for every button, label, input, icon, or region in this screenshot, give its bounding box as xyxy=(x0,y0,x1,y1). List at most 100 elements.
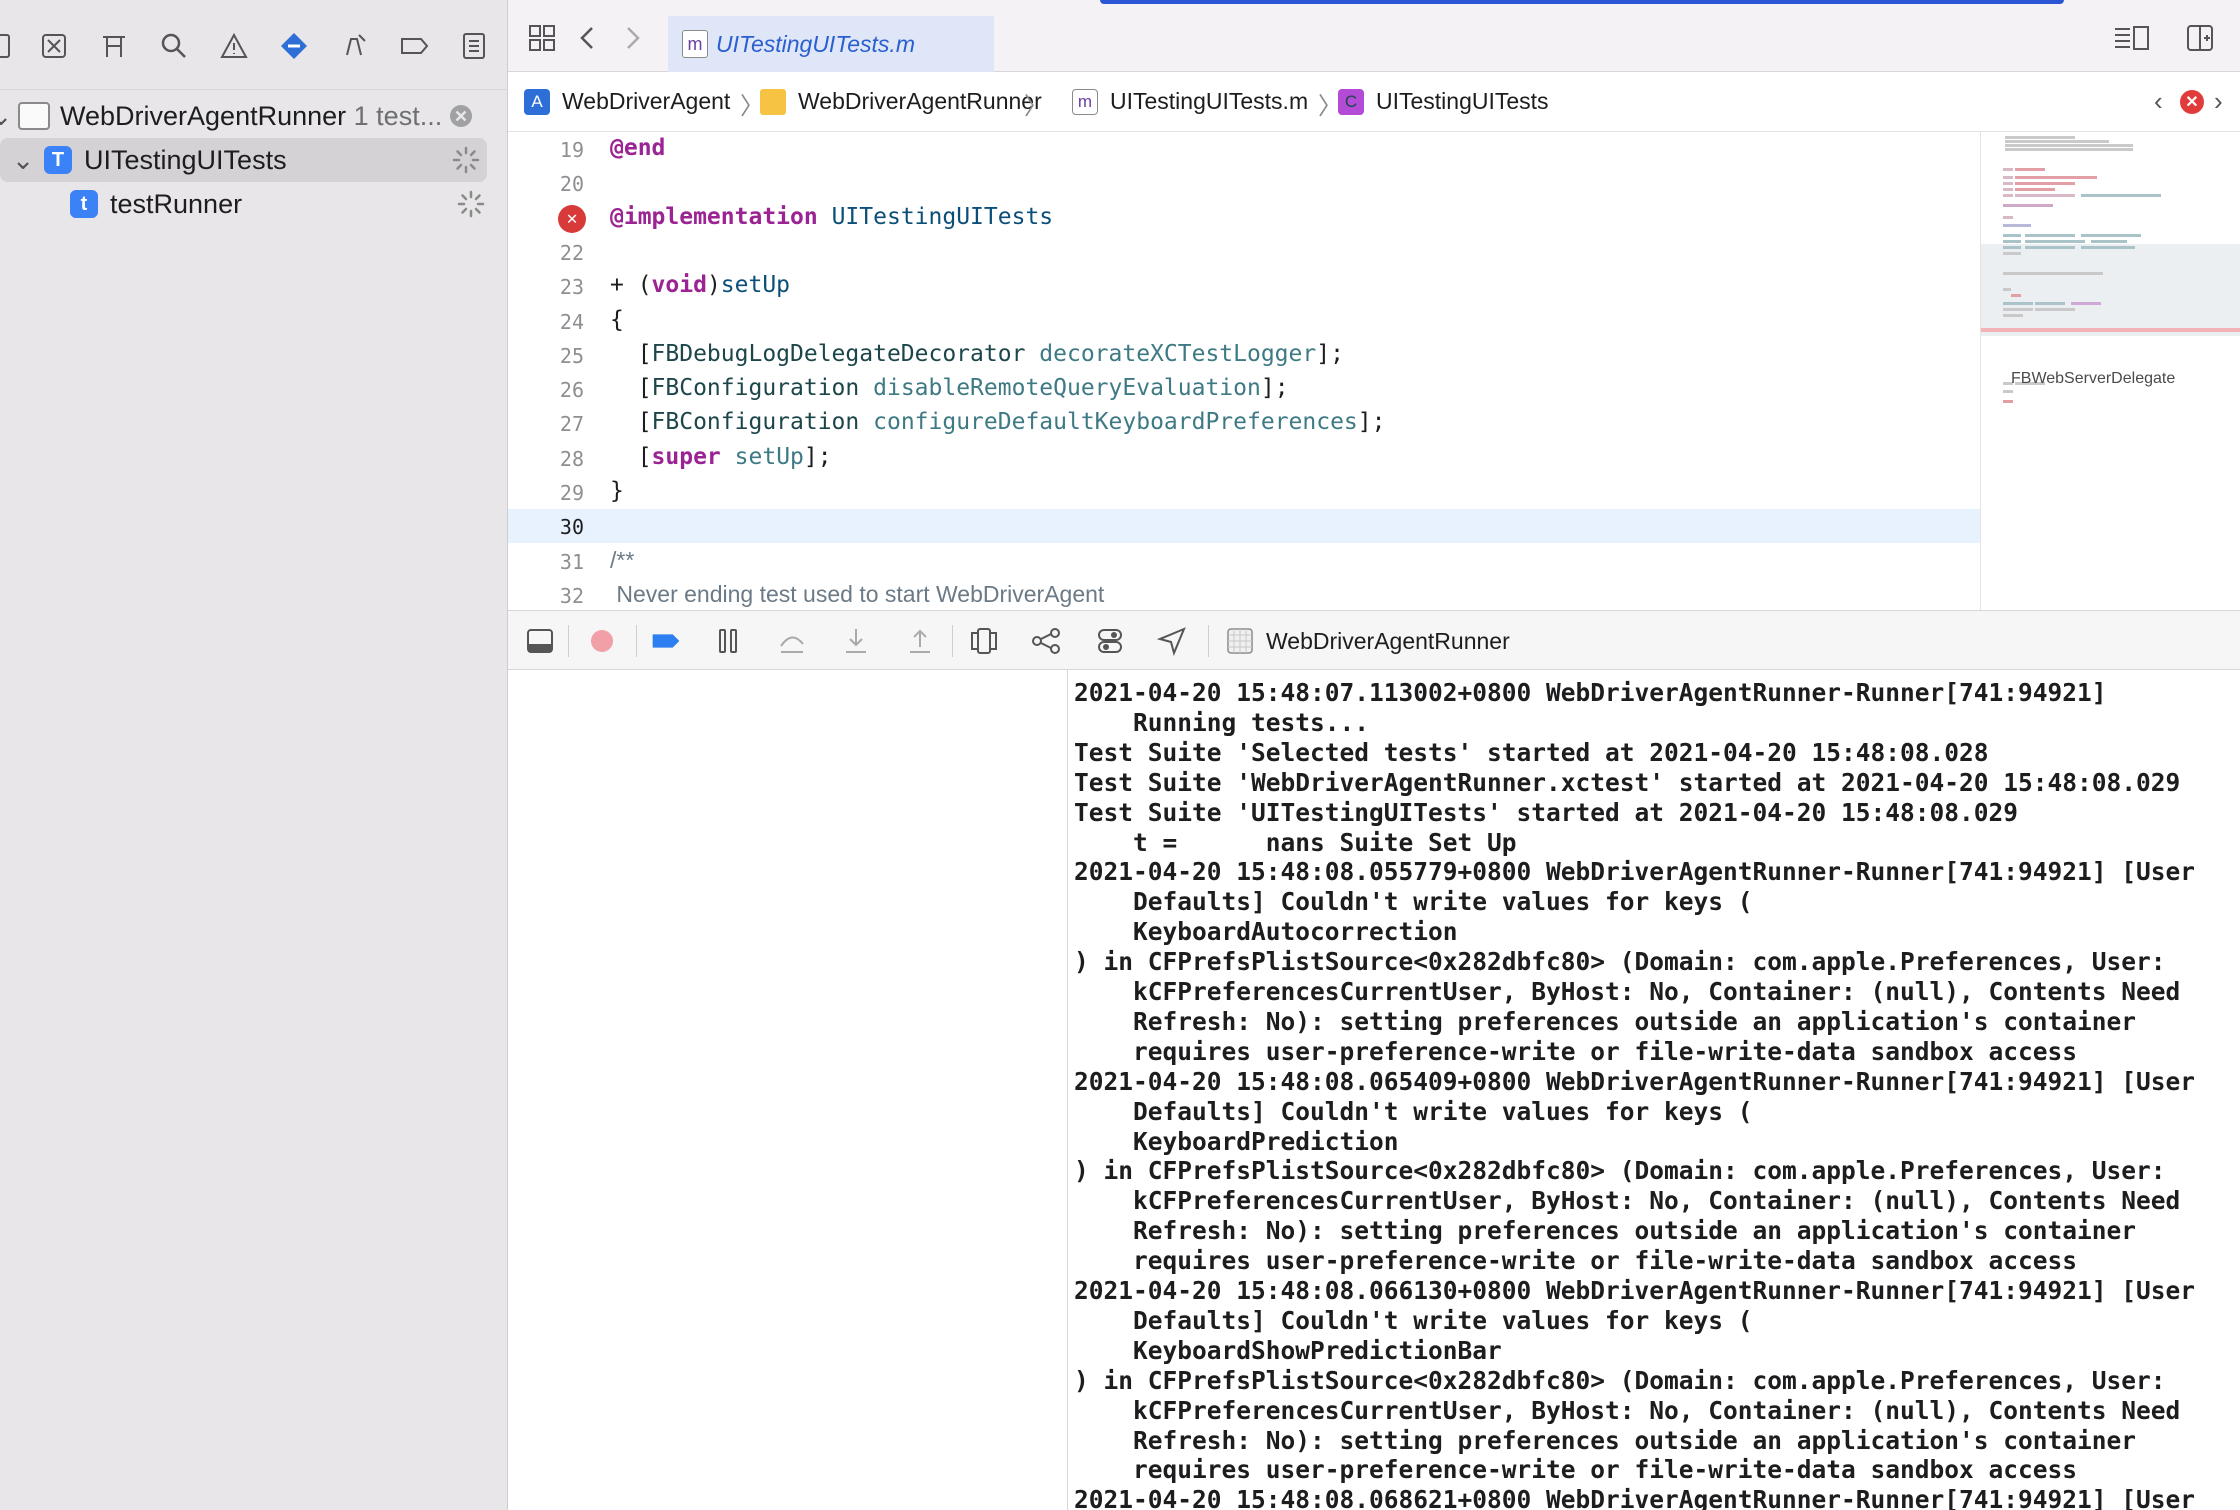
previous-issue-icon[interactable]: ‹ xyxy=(2154,86,2163,117)
source-editor[interactable]: 19 @end 20 ✕ @implementation UITestingUITest… xyxy=(508,132,1980,610)
code-line[interactable]: 27 [FBConfiguration configureDefaultKeyb… xyxy=(508,406,1980,440)
error-marker-icon[interactable]: ✕ xyxy=(558,204,586,233)
app-target-icon[interactable] xyxy=(1222,623,1258,659)
minimap-line xyxy=(2003,224,2031,227)
chevron-down-icon[interactable]: ⌄ xyxy=(12,145,35,175)
console-line: Refresh: No): setting preferences outsid… xyxy=(1074,1006,2137,1036)
variables-view[interactable] xyxy=(508,670,1068,1510)
console-line: KeyboardShowPredictionBar xyxy=(1074,1335,1502,1365)
code-line[interactable]: 29} xyxy=(508,475,1980,509)
folder-icon[interactable] xyxy=(0,24,22,68)
add-editor-icon[interactable] xyxy=(2180,18,2220,58)
inspector-layout-icon[interactable] xyxy=(2112,18,2152,58)
line-number: 27 xyxy=(559,412,584,437)
minimap-error-line xyxy=(1981,328,2240,332)
step-over-icon[interactable] xyxy=(774,623,810,659)
chevron-down-icon[interactable]: ⌄ xyxy=(0,101,12,131)
console-line: Defaults] Couldn't write values for keys… xyxy=(1074,1305,1753,1335)
pause-icon[interactable] xyxy=(710,623,746,659)
grid-icon[interactable] xyxy=(522,18,562,58)
code-line[interactable]: 24 { xyxy=(508,304,1980,338)
navigator-toolbar xyxy=(0,0,508,90)
minimap[interactable]: FBWebServerDelegate xyxy=(1980,132,2240,610)
clear-icon[interactable] xyxy=(448,103,474,129)
console-line: 2021-04-20 15:48:08.065409+0800 WebDrive… xyxy=(1074,1066,2196,1096)
issue-icon[interactable] xyxy=(212,24,256,68)
search-icon[interactable] xyxy=(152,24,196,68)
minimap-viewport[interactable] xyxy=(1981,244,2240,336)
console-line: Refresh: No): setting preferences outsid… xyxy=(1074,1425,2137,1455)
symbol-icon[interactable] xyxy=(92,24,136,68)
console-output[interactable]: 2021-04-20 15:48:07.113002+0800 WebDrive… xyxy=(1068,670,2240,1510)
breadcrumb-label: UITestingUITests.m xyxy=(1110,88,1309,114)
console-line: Defaults] Couldn't write values for keys… xyxy=(1074,887,1753,917)
step-into-icon[interactable] xyxy=(838,623,874,659)
breadcrumb-file[interactable]: m UITestingUITests.m xyxy=(1072,88,1308,115)
line-number: 31 xyxy=(559,549,584,574)
tab-uitestinguitests[interactable]: m UITestingUITests.m xyxy=(668,16,994,72)
project-icon xyxy=(18,102,50,130)
minimap-line xyxy=(2003,400,2013,403)
debug-icon[interactable] xyxy=(332,24,376,68)
objc-file-icon: m xyxy=(1072,88,1098,115)
breakpoints-toggle-icon[interactable] xyxy=(584,623,620,659)
minimap-line xyxy=(2003,302,2033,305)
line-number: 19 xyxy=(559,138,584,162)
console-line: ) in CFPrefsPlistSource<0x282dbfc80> (Do… xyxy=(1074,1365,2166,1395)
editor-tab-bar: m UITestingUITests.m xyxy=(508,0,2240,72)
test-icon[interactable] xyxy=(272,24,316,68)
code-line[interactable]: 20 xyxy=(508,166,1980,200)
line-number: 24 xyxy=(559,309,584,334)
console-line: ) in CFPrefsPlistSource<0x282dbfc80> (Do… xyxy=(1074,947,2166,977)
memory-graph-icon[interactable] xyxy=(1028,623,1064,659)
code-line[interactable]: 22 xyxy=(508,235,1980,269)
code-text: { xyxy=(610,306,624,333)
code-line[interactable]: 25 [FBDebugLogDelegateDecorator decorate… xyxy=(508,338,1980,372)
breadcrumb-project[interactable]: A WebDriverAgent xyxy=(524,88,730,115)
minimap-line xyxy=(2003,308,2033,311)
hide-debug-area-icon[interactable] xyxy=(522,623,558,659)
code-line[interactable]: 32 Never ending test used to start WebDr… xyxy=(508,578,1980,610)
back-icon[interactable] xyxy=(568,18,608,58)
minimap-line xyxy=(2003,288,2011,291)
minimap-line xyxy=(2003,246,2021,249)
minimap-line xyxy=(2003,216,2013,219)
step-out-icon[interactable] xyxy=(902,623,938,659)
code-line[interactable]: 31 /** xyxy=(508,544,1980,578)
minimap-line xyxy=(2003,252,2021,255)
minimap-line xyxy=(2005,136,2075,139)
breakpoint-icon[interactable] xyxy=(392,24,436,68)
report-icon[interactable] xyxy=(452,24,496,68)
console-line: requires user-preference-write or file-w… xyxy=(1074,1455,2078,1485)
next-issue-icon[interactable]: › xyxy=(2214,86,2223,117)
forward-icon[interactable] xyxy=(612,18,652,58)
tree-item-test-class[interactable]: ⌄ T UITestingUITests xyxy=(0,138,487,182)
code-line[interactable]: 23 + (void)setUp xyxy=(508,269,1980,303)
console-line: ) in CFPrefsPlistSource<0x282dbfc80> (Do… xyxy=(1074,1156,2166,1186)
code-line[interactable]: 28 [super setUp]; xyxy=(508,441,1980,475)
error-icon[interactable]: ✕ xyxy=(2180,90,2204,114)
source-control-icon[interactable] xyxy=(32,24,76,68)
code-line[interactable]: 30 xyxy=(508,509,1980,544)
line-number: 20 xyxy=(559,172,584,197)
breakpoint-active-icon[interactable] xyxy=(648,623,684,659)
location-icon[interactable] xyxy=(1154,623,1190,659)
minimap-line xyxy=(2025,234,2075,237)
tree-item-test-method[interactable]: t testRunner xyxy=(0,182,508,226)
breadcrumb-group[interactable]: WebDriverAgentRunner xyxy=(760,88,1042,115)
console-line: kCFPreferencesCurrentUser, ByHost: No, C… xyxy=(1074,977,2181,1006)
environment-icon[interactable] xyxy=(1092,623,1128,659)
breadcrumb-symbol[interactable]: C UITestingUITests xyxy=(1338,88,1549,115)
tree-item-project[interactable]: ⌄ WebDriverAgentRunner 1 test... xyxy=(0,94,508,138)
minimap-line xyxy=(2015,188,2055,191)
minimap-line xyxy=(2003,188,2013,191)
code-line[interactable]: 26 [FBConfiguration disableRemoteQueryEv… xyxy=(508,372,1980,406)
code-text: /** xyxy=(610,546,635,573)
code-line[interactable]: ✕ @implementation UITestingUITests xyxy=(508,201,1980,235)
console-line: kCFPreferencesCurrentUser, ByHost: No, C… xyxy=(1074,1186,2181,1216)
console-line: Test Suite 'WebDriverAgentRunner.xctest'… xyxy=(1074,767,2181,797)
minimap-line xyxy=(2015,168,2045,171)
code-line[interactable]: 19 @end xyxy=(508,132,1980,166)
view-hierarchy-icon[interactable] xyxy=(966,623,1002,659)
minimap-line xyxy=(2003,314,2023,317)
